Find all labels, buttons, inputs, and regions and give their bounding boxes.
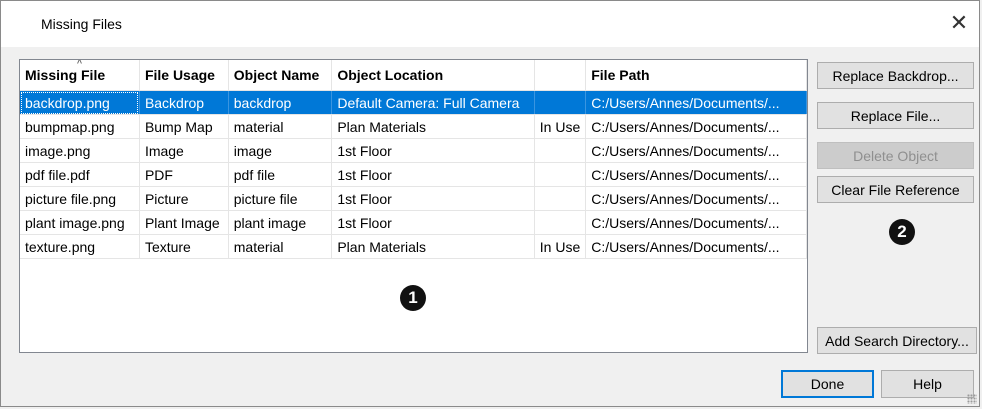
cell-missing-file: backdrop.png — [20, 90, 140, 115]
cell-file-path: C:/Users/Annes/Documents/... — [585, 114, 807, 139]
cell-missing-file: texture.png — [20, 234, 140, 259]
close-icon[interactable]: ✕ — [945, 9, 973, 37]
table-row[interactable]: texture.png Texture material Plan Materi… — [20, 234, 807, 259]
cell-missing-file: plant image.png — [20, 210, 140, 235]
cell-file-usage: Bump Map — [139, 114, 229, 139]
cell-object-name: material — [228, 234, 333, 259]
cell-object-name: material — [228, 114, 333, 139]
dialog-title: Missing Files — [41, 16, 122, 32]
table-header-row: ^ Missing File File Usage Object Name Ob… — [20, 60, 807, 91]
cell-file-path: C:/Users/Annes/Documents/... — [585, 234, 807, 259]
cell-file-usage: PDF — [139, 162, 229, 187]
table-row[interactable]: pdf file.pdf PDF pdf file 1st Floor C:/U… — [20, 162, 807, 187]
cell-status — [534, 162, 587, 187]
cell-missing-file: image.png — [20, 138, 140, 163]
replace-backdrop-button[interactable]: Replace Backdrop... — [817, 62, 974, 89]
column-header-missing-file[interactable]: ^ Missing File — [20, 59, 140, 91]
cell-file-usage: Backdrop — [139, 90, 229, 115]
column-header-object-location[interactable]: Object Location — [331, 60, 535, 91]
cell-missing-file: picture file.png — [20, 186, 140, 211]
cell-status: In Use — [534, 114, 587, 139]
cell-file-path: C:/Users/Annes/Documents/... — [585, 90, 807, 115]
table-row[interactable]: plant image.png Plant Image plant image … — [20, 210, 807, 235]
cell-file-path: C:/Users/Annes/Documents/... — [585, 210, 807, 235]
cell-object-location: Plan Materials — [331, 114, 535, 139]
cell-status — [534, 210, 587, 235]
column-header-file-usage[interactable]: File Usage — [139, 60, 229, 91]
cell-status — [534, 186, 587, 211]
table-row[interactable]: bumpmap.png Bump Map material Plan Mater… — [20, 114, 807, 139]
cell-status — [534, 90, 587, 115]
title-bar: Missing Files ✕ — [1, 1, 979, 47]
cell-object-location: 1st Floor — [331, 186, 535, 211]
cell-object-location: 1st Floor — [331, 138, 535, 163]
cell-file-path: C:/Users/Annes/Documents/... — [585, 162, 807, 187]
replace-file-button[interactable]: Replace File... — [817, 102, 974, 129]
cell-object-name: picture file — [228, 186, 333, 211]
cell-object-location: 1st Floor — [331, 210, 535, 235]
cell-file-usage: Texture — [139, 234, 229, 259]
callout-badge-2: 2 — [889, 219, 915, 245]
add-search-directory-button[interactable]: Add Search Directory... — [817, 327, 977, 354]
clear-file-reference-button[interactable]: Clear File Reference — [817, 176, 974, 203]
done-button[interactable]: Done — [781, 370, 874, 398]
help-button[interactable]: Help — [881, 370, 974, 398]
cell-object-name: image — [228, 138, 333, 163]
callout-badge-1: 1 — [400, 285, 426, 311]
column-header-status[interactable] — [534, 60, 587, 91]
resize-grip-icon[interactable] — [967, 394, 977, 404]
cell-file-usage: Image — [139, 138, 229, 163]
sort-ascending-icon: ^ — [76, 59, 83, 68]
cell-status — [534, 138, 587, 163]
table-row[interactable]: image.png Image image 1st Floor C:/Users… — [20, 138, 807, 163]
cell-object-location: Plan Materials — [331, 234, 535, 259]
cell-object-name: backdrop — [228, 90, 333, 115]
cell-object-name: pdf file — [228, 162, 333, 187]
cell-file-usage: Picture — [139, 186, 229, 211]
cell-object-location: Default Camera: Full Camera — [331, 90, 535, 115]
cell-file-usage: Plant Image — [139, 210, 229, 235]
column-header-file-path[interactable]: File Path — [585, 60, 807, 91]
cell-status: In Use — [534, 234, 587, 259]
table-row[interactable]: backdrop.png Backdrop backdrop Default C… — [20, 90, 807, 115]
missing-files-dialog: Missing Files ✕ ^ Missing File File Usag… — [0, 0, 980, 407]
cell-file-path: C:/Users/Annes/Documents/... — [585, 186, 807, 211]
cell-object-location: 1st Floor — [331, 162, 535, 187]
cell-missing-file: bumpmap.png — [20, 114, 140, 139]
table-row[interactable]: picture file.png Picture picture file 1s… — [20, 186, 807, 211]
column-header-object-name[interactable]: Object Name — [228, 60, 333, 91]
cell-object-name: plant image — [228, 210, 333, 235]
cell-missing-file: pdf file.pdf — [20, 162, 140, 187]
cell-file-path: C:/Users/Annes/Documents/... — [585, 138, 807, 163]
delete-object-button[interactable]: Delete Object — [817, 142, 974, 169]
